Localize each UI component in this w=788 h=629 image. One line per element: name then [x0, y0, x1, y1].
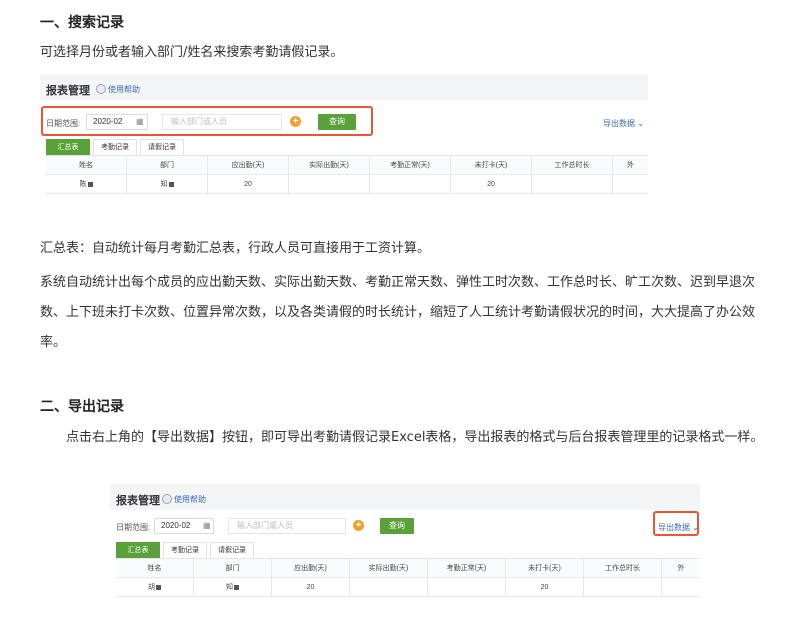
highlight-search-box: [41, 106, 373, 136]
name-cell: 胡: [116, 578, 194, 597]
cell: [289, 175, 370, 194]
table-row: 胡 知 20 20: [116, 578, 700, 597]
highlight-export-button: [653, 511, 699, 536]
col-header: 未打卡(天): [506, 559, 584, 578]
tab-summary[interactable]: 汇总表: [116, 542, 160, 558]
cell: 20: [208, 175, 289, 194]
tab-attendance[interactable]: 考勤记录: [163, 542, 207, 558]
redacted-mark: [168, 181, 174, 187]
dept-cell: 知: [194, 578, 272, 597]
summary-table: 姓名 部门 应出勤(天) 实际出勤(天) 考勤正常(天) 未打卡(天) 工作总时…: [116, 558, 700, 597]
report-title: 报表管理: [116, 495, 160, 507]
tab-summary[interactable]: 汇总表: [46, 139, 90, 155]
dept-cell: 知: [127, 175, 208, 194]
col-header: 姓名: [116, 559, 194, 578]
cell: [662, 578, 700, 597]
col-header: 姓名: [46, 156, 127, 175]
col-header: 工作总时长: [532, 156, 613, 175]
help-link[interactable]: 使用帮助: [108, 84, 140, 95]
date-range-label: 日期范围:: [116, 523, 151, 532]
redacted-mark: [234, 584, 239, 590]
section2-intro: 点击右上角的【导出数据】按钮，即可导出考勤请假记录Excel表格，导出报表的格式…: [66, 430, 764, 445]
col-header: 未打卡(天): [451, 156, 532, 175]
col-header: 部门: [194, 559, 272, 578]
section1-heading: 一、搜索记录: [40, 15, 124, 31]
col-header: 实际出勤(天): [289, 156, 370, 175]
summary-p2: 系统自动统计出每个成员的应出勤天数、实际出勤天数、考勤正常天数、弹性工时次数、工…: [40, 275, 756, 350]
export-button[interactable]: 导出数据 ⌄: [603, 118, 644, 129]
search-input[interactable]: 输入部门或人员: [228, 518, 346, 534]
summary-p1: 汇总表：自动统计每月考勤汇总表，行政人员可直接用于工资计算。: [40, 241, 431, 256]
report-title: 报表管理: [46, 85, 90, 97]
cell: 20: [451, 175, 532, 194]
help-icon[interactable]: [96, 84, 106, 94]
cell: [370, 175, 451, 194]
tab-leave[interactable]: 请假记录: [140, 139, 184, 155]
cell: [428, 578, 506, 597]
col-header: 应出勤(天): [208, 156, 289, 175]
col-header: 实际出勤(天): [350, 559, 428, 578]
table-header-row: 姓名 部门 应出勤(天) 实际出勤(天) 考勤正常(天) 未打卡(天) 工作总时…: [46, 156, 648, 175]
col-header: 工作总时长: [584, 559, 662, 578]
screenshot-1: 报表管理 使用帮助 日期范围: 2020-02 ▦ 输入部门或人员 + 查询 导…: [40, 74, 648, 196]
calendar-icon[interactable]: ▦: [203, 521, 211, 530]
cell: [532, 175, 613, 194]
query-button[interactable]: 查询: [380, 518, 414, 534]
cell: 20: [272, 578, 350, 597]
col-header: 考勤正常(天): [428, 559, 506, 578]
cell: [584, 578, 662, 597]
col-header: 外: [613, 156, 648, 175]
redacted-mark: [87, 181, 93, 187]
summary-table: 姓名 部门 应出勤(天) 实际出勤(天) 考勤正常(天) 未打卡(天) 工作总时…: [46, 155, 648, 196]
table-row: 陈 知 20 20: [46, 175, 648, 194]
name-cell: 陈: [46, 175, 127, 194]
redacted-mark: [156, 584, 161, 590]
screenshot-2: 报表管理 使用帮助 日期范围: 2020-02 ▦ 输入部门或人员 + 查询 导…: [110, 484, 700, 597]
tab-attendance[interactable]: 考勤记录: [93, 139, 137, 155]
cell: [350, 578, 428, 597]
cell: [613, 175, 648, 194]
help-icon[interactable]: [162, 494, 172, 504]
export-label: 导出数据: [603, 119, 635, 128]
col-header: 部门: [127, 156, 208, 175]
col-header: 外: [662, 559, 700, 578]
help-link[interactable]: 使用帮助: [174, 494, 206, 505]
add-icon[interactable]: +: [353, 520, 364, 531]
tab-leave[interactable]: 请假记录: [210, 542, 254, 558]
col-header: 考勤正常(天): [370, 156, 451, 175]
table-header-row: 姓名 部门 应出勤(天) 实际出勤(天) 考勤正常(天) 未打卡(天) 工作总时…: [116, 559, 700, 578]
section1-intro: 可选择月份或者输入部门/姓名来搜索考勤请假记录。: [40, 45, 344, 60]
cell: 20: [506, 578, 584, 597]
chevron-down-icon: ⌄: [637, 119, 644, 128]
section2-heading: 二、导出记录: [40, 399, 124, 415]
col-header: 应出勤(天): [272, 559, 350, 578]
